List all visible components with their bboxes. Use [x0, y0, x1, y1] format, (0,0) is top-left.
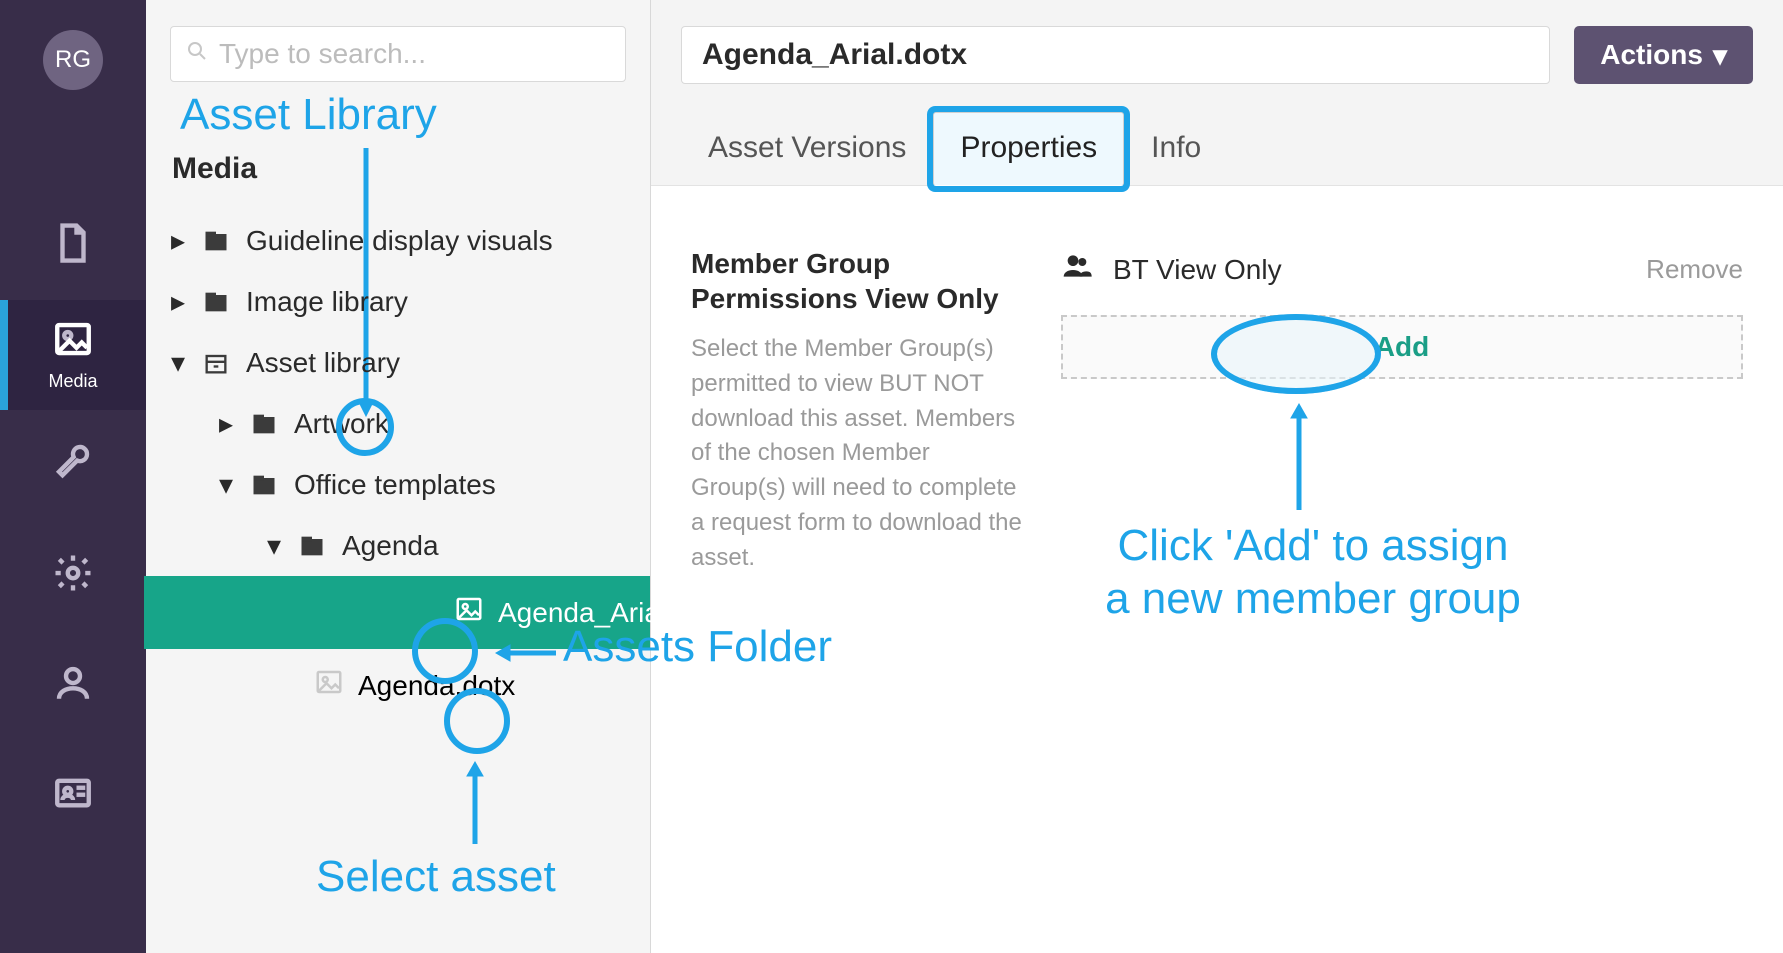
add-label: Add: [1375, 331, 1429, 363]
annotation-add-callout: Click 'Add' to assign a new member group: [1023, 520, 1603, 626]
wrench-icon: [52, 442, 94, 489]
tree-item-agenda[interactable]: ▾ Agenda: [266, 515, 626, 576]
tree-item-asset-library[interactable]: ▾ Asset library: [170, 332, 626, 393]
annotation-asset-library: Asset Library: [180, 90, 437, 140]
rail-label-media: Media: [48, 371, 97, 392]
tree-item-label: Office templates: [294, 469, 496, 501]
annotation-add-line1: Click 'Add' to assign: [1023, 520, 1603, 573]
chevron-down-icon: ▾: [218, 468, 234, 501]
tree-item-label: Image library: [246, 286, 408, 318]
rail-item-config[interactable]: [0, 520, 146, 630]
tree-item-artwork[interactable]: ▸ Artwork: [218, 393, 626, 454]
folder-icon: [296, 532, 328, 560]
annotation-select-asset: Select asset: [316, 852, 556, 902]
annotation-assets-folder: Assets Folder: [563, 622, 832, 672]
asset-title-field[interactable]: Agenda_Arial.dotx: [681, 26, 1550, 84]
actions-label: Actions: [1600, 39, 1703, 71]
left-rail: RG Media: [0, 0, 146, 953]
properties-heading: Member Group Permissions View Only: [691, 246, 1031, 316]
annotation-add-line2: a new member group: [1023, 573, 1603, 626]
search-icon: [185, 38, 209, 70]
tab-info[interactable]: Info: [1124, 112, 1228, 185]
rail-item-users[interactable]: [0, 630, 146, 740]
tree-item-label: Guideline display visuals: [246, 225, 553, 257]
avatar[interactable]: RG: [43, 30, 103, 90]
folder-icon: [248, 410, 280, 438]
tab-bar: Asset Versions Properties Info: [681, 112, 1753, 185]
annotation-arrow-up-add-icon: [1286, 402, 1312, 512]
archive-icon: [200, 349, 232, 377]
rail-item-settings[interactable]: [0, 410, 146, 520]
search-box[interactable]: [170, 26, 626, 82]
folder-icon: [248, 471, 280, 499]
user-icon: [52, 662, 94, 709]
users-icon: [1061, 250, 1093, 289]
chevron-right-icon: ▸: [218, 407, 234, 440]
rail-item-members[interactable]: [0, 740, 146, 850]
avatar-initials: RG: [55, 46, 91, 74]
asset-image-icon: [454, 594, 484, 631]
chevron-down-icon: ▾: [1713, 39, 1727, 72]
annotation-arrow-up-icon: [462, 760, 488, 846]
id-card-icon: [52, 772, 94, 819]
tree-panel: Asset Library Media ▸ Guideline display …: [146, 0, 651, 953]
remove-link[interactable]: Remove: [1646, 254, 1743, 285]
file-icon: [52, 222, 94, 269]
tree-section-title: Media: [172, 152, 626, 186]
rail-item-content[interactable]: [0, 190, 146, 300]
add-member-group-button[interactable]: Add: [1061, 315, 1743, 379]
asset-image-icon: [314, 667, 344, 704]
member-group-name: BT View Only: [1113, 254, 1282, 286]
annotation-arrow-left-icon: [494, 640, 558, 666]
tree-item-office-templates[interactable]: ▾ Office templates: [218, 454, 626, 515]
image-icon: [52, 318, 94, 365]
tree-item-guideline[interactable]: ▸ Guideline display visuals: [170, 210, 626, 271]
tree-asset-label: Agenda.dotx: [358, 670, 515, 702]
tree-item-label: Agenda: [342, 530, 439, 562]
tree-item-image-library[interactable]: ▸ Image library: [170, 271, 626, 332]
search-input[interactable]: [219, 38, 611, 70]
tab-asset-versions[interactable]: Asset Versions: [681, 112, 933, 185]
chevron-right-icon: ▸: [170, 285, 186, 318]
gear-icon: [52, 552, 94, 599]
folder-icon: [200, 288, 232, 316]
tab-properties[interactable]: Properties: [933, 112, 1124, 186]
content-area: Agenda_Arial.dotx Actions ▾ Asset Versio…: [651, 0, 1783, 953]
member-group-row: BT View Only Remove: [1061, 246, 1743, 315]
properties-description: Select the Member Group(s) permitted to …: [691, 332, 1031, 576]
actions-button[interactable]: Actions ▾: [1574, 26, 1753, 84]
asset-title-text: Agenda_Arial.dotx: [702, 38, 967, 72]
chevron-down-icon: ▾: [266, 529, 282, 562]
rail-item-media[interactable]: Media: [0, 300, 146, 410]
tree-item-label: Asset library: [246, 347, 400, 379]
chevron-down-icon: ▾: [170, 346, 186, 379]
tree-item-label: Artwork: [294, 408, 389, 440]
folder-icon: [200, 227, 232, 255]
chevron-right-icon: ▸: [170, 224, 186, 257]
